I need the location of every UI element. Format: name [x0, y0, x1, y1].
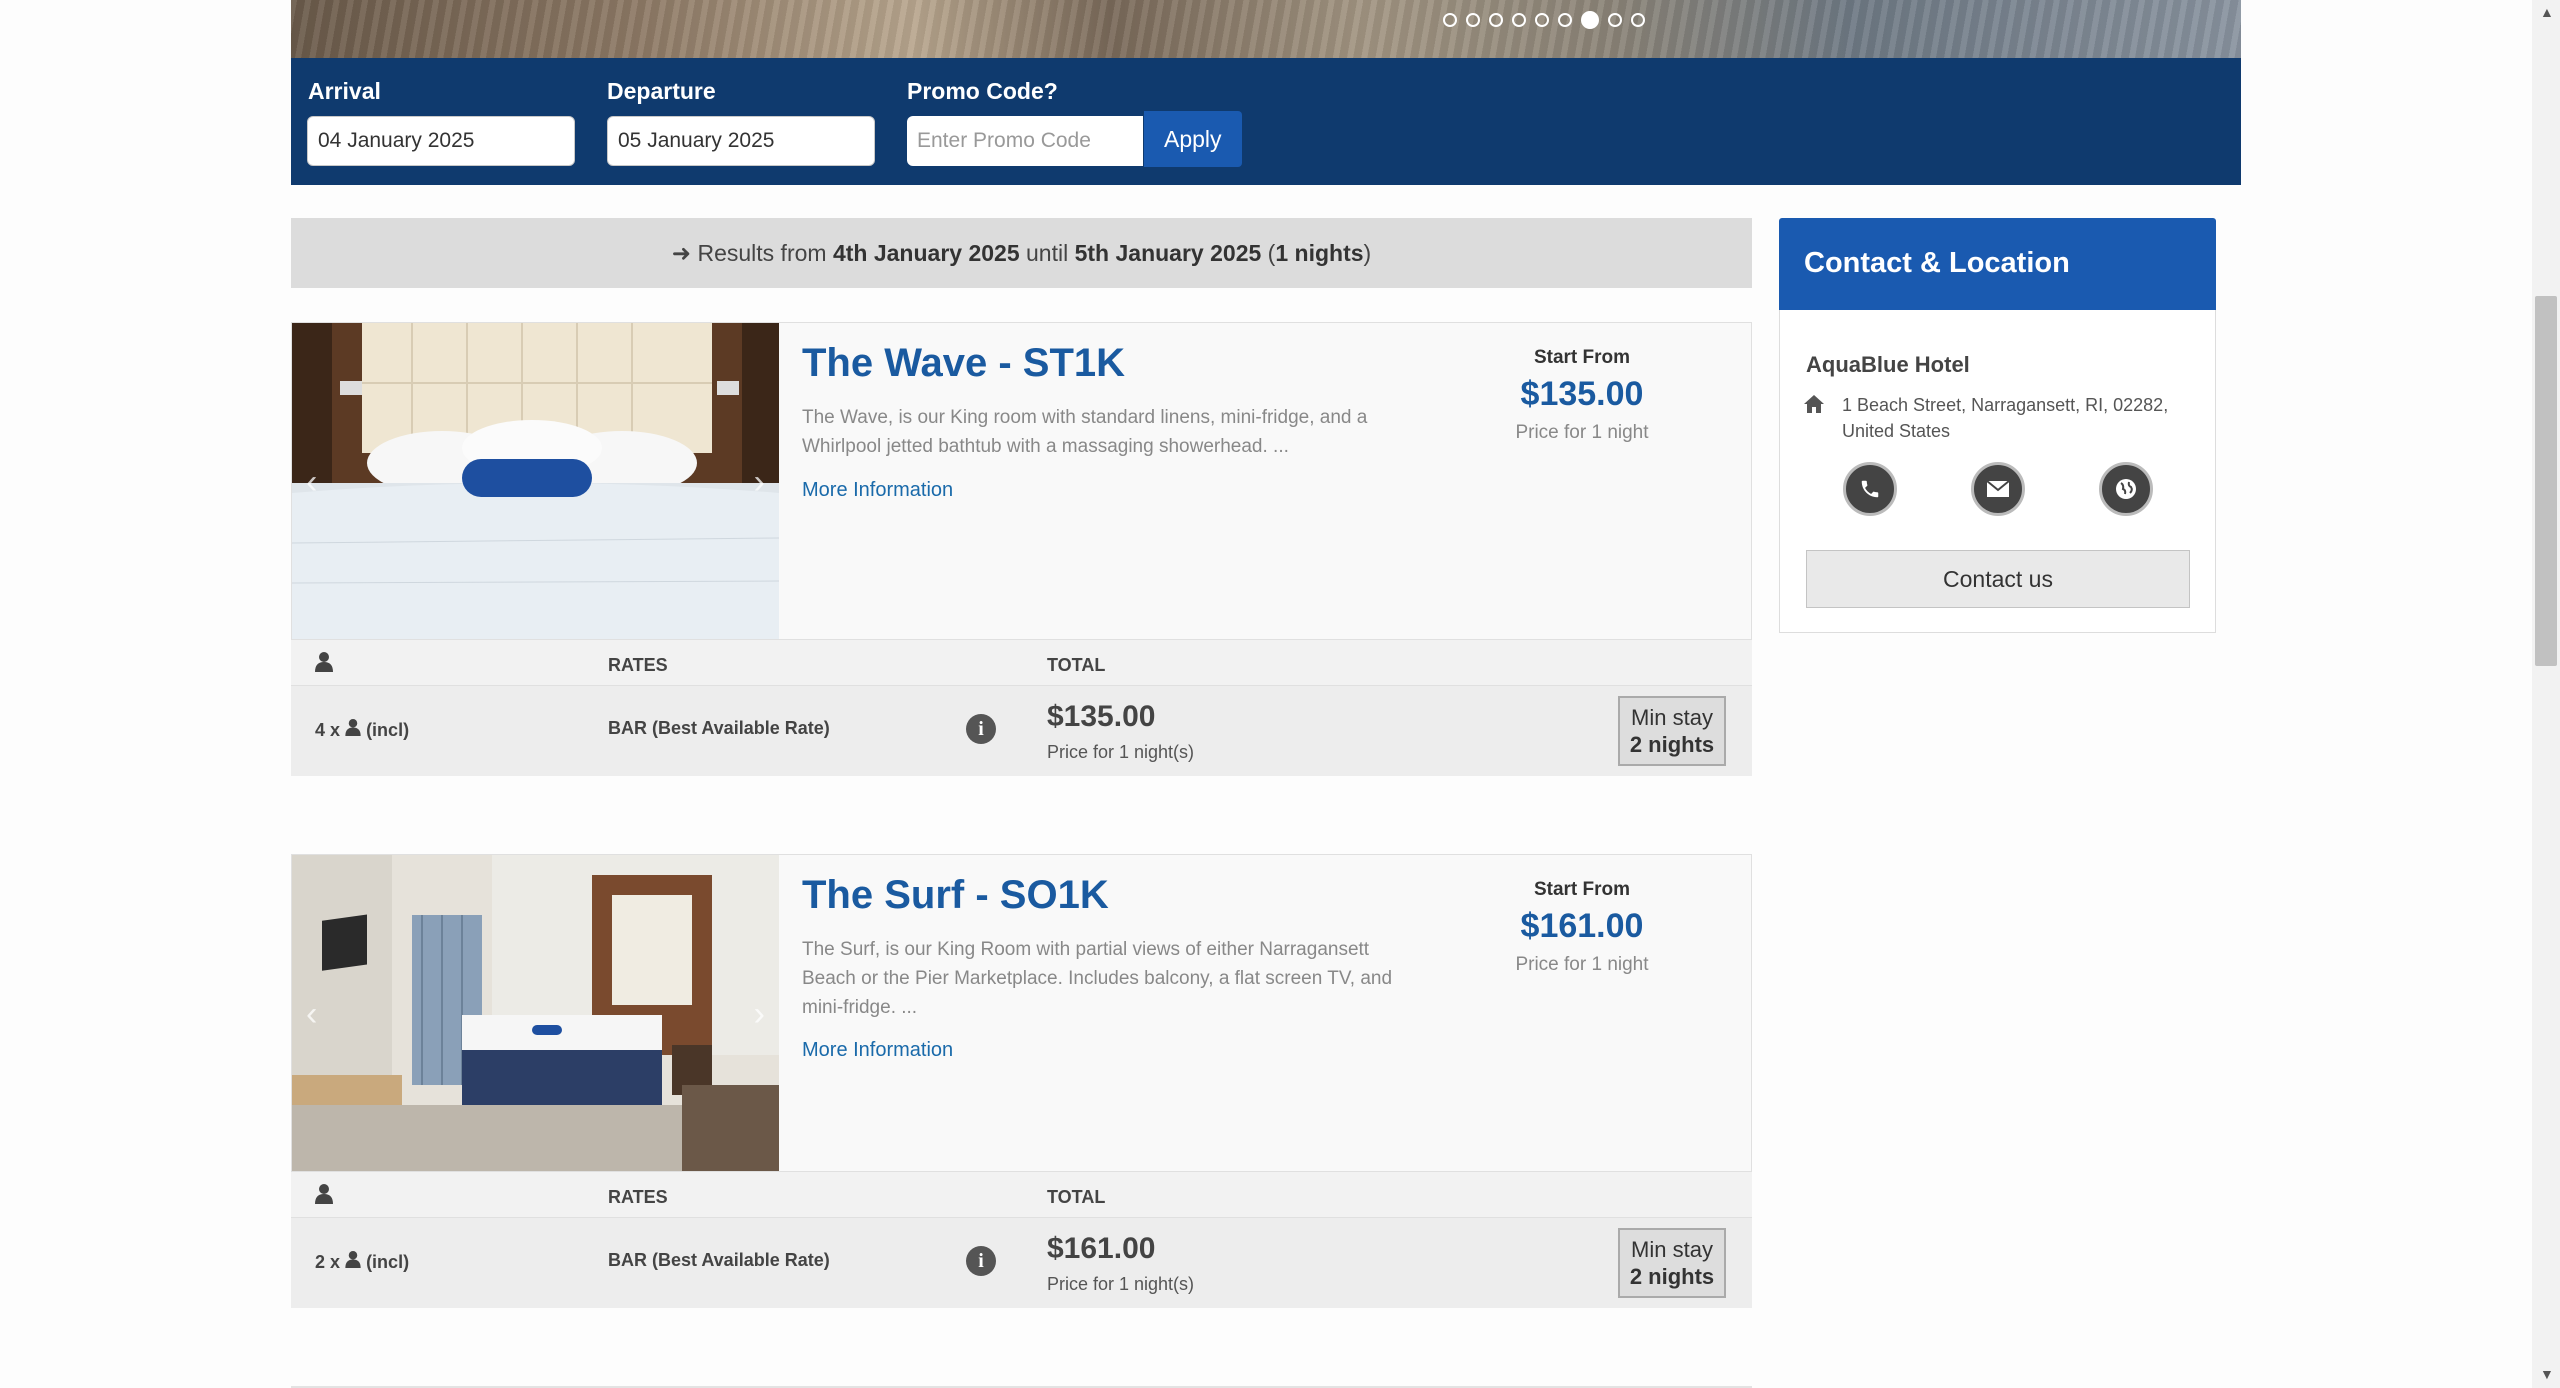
room-photo-wave [292, 323, 779, 639]
carousel-dot[interactable] [1558, 13, 1572, 27]
results-to-date: 5th January 2025 [1074, 240, 1262, 266]
home-icon [1804, 393, 1824, 419]
start-from-label: Start From [1533, 347, 1631, 368]
hotel-name: AquaBlue Hotel [1806, 352, 1970, 377]
occupancy-count: 2 x [315, 1252, 341, 1272]
room-title[interactable]: The Surf - SO1K [802, 873, 1109, 918]
carousel-dot[interactable] [1489, 13, 1503, 27]
info-icon[interactable]: i [966, 1246, 996, 1276]
hotel-address: 1 Beach Street, Narragansett, RI, 02282,… [1842, 395, 2169, 441]
phone-icon[interactable] [1843, 462, 1897, 516]
room-card: ‹ › The Surf - SO1K The Surf, is our Kin… [291, 854, 1752, 1172]
total-column-header: TOTAL [1047, 1187, 1106, 1207]
person-icon [315, 1184, 333, 1209]
arrow-right-icon: ➜ [671, 240, 692, 266]
room-photo: ‹ › [292, 323, 779, 639]
occupancy-incl: (incl) [366, 1252, 410, 1272]
room-card: ‹ › The Wave - ST1K The Wave, is our Kin… [291, 322, 1752, 640]
rate-total: $161.00 [1047, 1232, 1156, 1265]
globe-icon[interactable] [2099, 462, 2153, 516]
rate-total-note: Price for 1 night(s) [1047, 1274, 1195, 1294]
room-description: The Surf, is our King Room with partial … [802, 939, 1393, 1018]
occupancy-count: 4 x [315, 720, 341, 740]
total-column-header: TOTAL [1047, 655, 1106, 675]
results-from-date: 4th January 2025 [832, 240, 1020, 266]
room-start-price: $161.00 [1520, 907, 1644, 945]
min-stay-value: 2 nights [1629, 732, 1715, 757]
room-description: The Wave, is our King room with standard… [802, 407, 1368, 457]
scroll-up-arrow-icon[interactable]: ▲ [2540, 4, 2554, 20]
price-note: Price for 1 night [1515, 422, 1649, 443]
room-price-box: Start From $135.00 Price for 1 night [1472, 347, 1692, 444]
min-stay-label: Min stay [1631, 1237, 1713, 1262]
min-stay-badge: Min stay 2 nights [1618, 1228, 1726, 1298]
carousel-dot[interactable] [1466, 13, 1480, 27]
info-icon[interactable]: i [966, 714, 996, 744]
min-stay-value: 2 nights [1629, 1264, 1715, 1289]
carousel-dot[interactable] [1512, 13, 1526, 27]
arrival-date-field[interactable]: 04 January 2025 [307, 116, 575, 166]
rate-row: 2 x (incl) BAR (Best Available Rate) i $… [291, 1218, 1752, 1308]
page-scrollbar[interactable]: ▲ ▼ [2532, 0, 2560, 1388]
rate-total: $135.00 [1047, 700, 1156, 733]
occupancy: 2 x (incl) [315, 1251, 409, 1273]
person-icon [315, 652, 333, 677]
carousel-dot[interactable] [1535, 13, 1549, 27]
next-photo-arrow-icon[interactable]: › [754, 463, 765, 502]
rate-name: BAR (Best Available Rate) [608, 1250, 830, 1270]
apply-promo-button[interactable]: Apply [1144, 111, 1242, 167]
min-stay-label: Min stay [1631, 705, 1713, 730]
min-stay-badge: Min stay 2 nights [1618, 696, 1726, 766]
person-icon [345, 1251, 361, 1272]
results-nights-close: ) [1363, 240, 1372, 266]
contact-panel: AquaBlue Hotel 1 Beach Street, Narragans… [1779, 310, 2216, 633]
contact-title: Contact & Location [1804, 247, 2070, 279]
rates-table-header: RATES TOTAL [291, 1172, 1752, 1218]
room-photo-surf [292, 855, 779, 1171]
rates-column-header: RATES [608, 655, 668, 675]
prev-photo-arrow-icon[interactable]: ‹ [306, 463, 317, 502]
rates-table-header: RATES TOTAL [291, 640, 1752, 686]
results-summary: ➜ Results from 4th January 2025 until 5t… [291, 218, 1752, 288]
rates-column-header: RATES [608, 1187, 668, 1207]
rate-row: 4 x (incl) BAR (Best Available Rate) i $… [291, 686, 1752, 776]
booking-search-bar: Arrival 04 January 2025 Departure 05 Jan… [291, 58, 2241, 185]
promo-code-label: Promo Code? [907, 78, 1058, 104]
departure-label: Departure [607, 78, 716, 104]
start-from-label: Start From [1533, 879, 1631, 900]
person-icon [345, 719, 361, 740]
rate-total-note: Price for 1 night(s) [1047, 742, 1195, 762]
results-until: until [1026, 240, 1069, 266]
contact-panel-header: Contact & Location [1779, 218, 2216, 310]
contact-us-button[interactable]: Contact us [1806, 550, 2190, 608]
room-start-price: $135.00 [1520, 375, 1644, 413]
departure-date-field[interactable]: 05 January 2025 [607, 116, 875, 166]
hero-image [291, 0, 2241, 58]
carousel-dots [1443, 11, 1645, 29]
carousel-dot[interactable] [1443, 13, 1457, 27]
envelope-icon[interactable] [1971, 462, 2025, 516]
results-prefix: Results from [697, 240, 827, 266]
next-photo-arrow-icon[interactable]: › [754, 995, 765, 1034]
more-information-link[interactable]: More Information [802, 479, 953, 502]
scroll-down-arrow-icon[interactable]: ▼ [2540, 1366, 2554, 1382]
more-information-link[interactable]: More Information [802, 1039, 953, 1062]
results-nights: 1 nights [1275, 240, 1364, 266]
arrival-label: Arrival [308, 78, 381, 104]
prev-photo-arrow-icon[interactable]: ‹ [306, 995, 317, 1034]
carousel-dot-active[interactable] [1581, 11, 1599, 29]
room-price-box: Start From $161.00 Price for 1 night [1472, 879, 1692, 976]
promo-code-input[interactable] [907, 116, 1143, 166]
rate-name: BAR (Best Available Rate) [608, 718, 830, 738]
occupancy-incl: (incl) [366, 720, 410, 740]
carousel-dot[interactable] [1631, 13, 1645, 27]
occupancy: 4 x (incl) [315, 719, 409, 741]
carousel-dot[interactable] [1608, 13, 1622, 27]
price-note: Price for 1 night [1515, 954, 1649, 975]
room-photo: ‹ › [292, 855, 779, 1171]
scrollbar-thumb[interactable] [2535, 296, 2557, 666]
room-title[interactable]: The Wave - ST1K [802, 341, 1125, 386]
